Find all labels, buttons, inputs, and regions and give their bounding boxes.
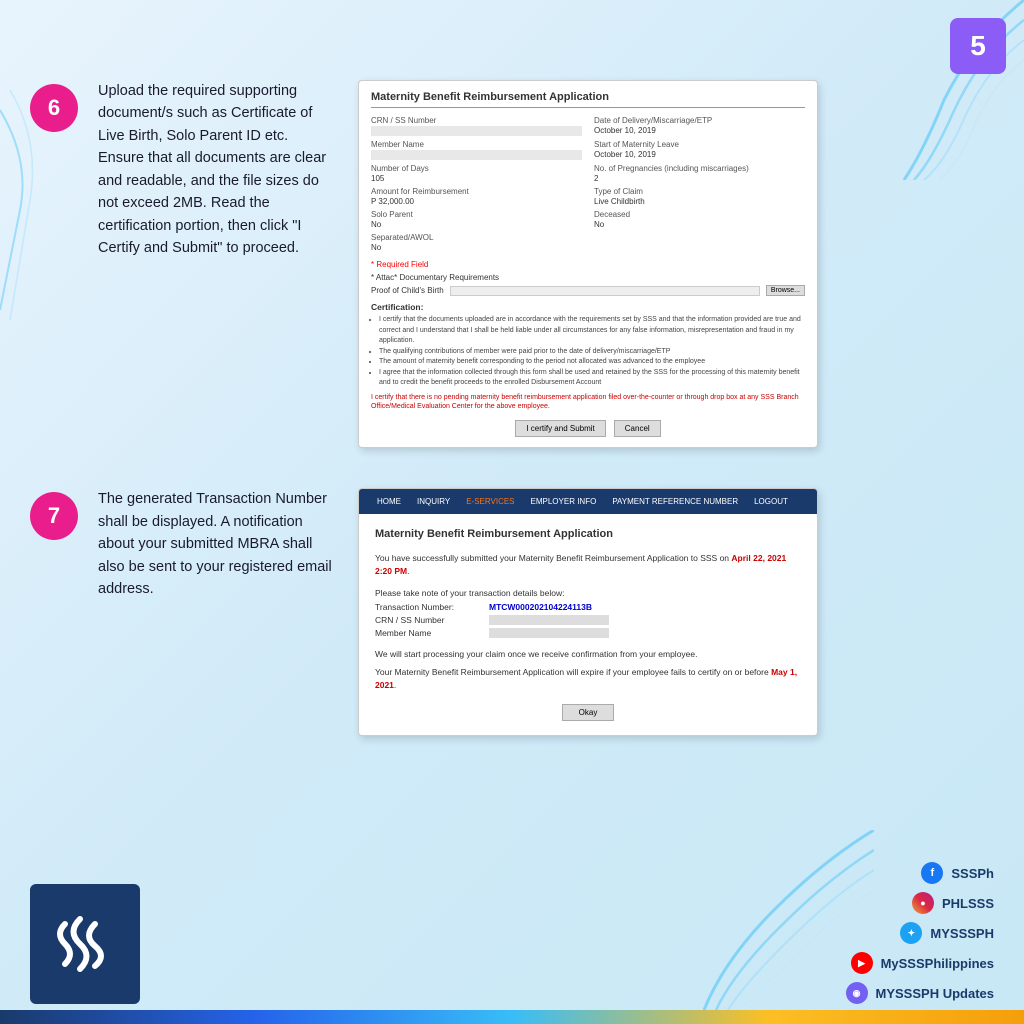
bottom-right-decoration [524,830,874,1010]
num-days-field: Number of Days 105 [371,164,582,183]
crn-row: CRN / SS Number [375,615,801,625]
viber-icon: ◉ [846,982,868,1004]
attach-row: * Attac* Documentary Requirements [371,273,805,282]
processing-message: We will start processing your claim once… [375,648,801,661]
amount-field: Amount for Reimbursement P 32,000.00 [371,187,582,206]
instagram-icon: ● [912,892,934,914]
transaction-number-row: Transaction Number: MTCW000202104224113B [375,602,801,612]
cert-bullet-2: The qualifying contributions of member w… [379,347,805,358]
facebook-handle: SSSPh [951,866,994,881]
form-fields-grid: CRN / SS Number Date of Delivery/Miscarr… [371,116,805,252]
form-title: Maternity Benefit Reimbursement Applicat… [371,91,805,108]
step-6-circle: 6 [30,84,78,132]
cancel-button[interactable]: Cancel [614,420,661,437]
main-content: 6 Upload the required supporting documen… [30,80,994,824]
nav-employer[interactable]: EMPLOYER INFO [523,495,605,508]
instagram-handle: PHLSSS [942,896,994,911]
viber-link[interactable]: ◉ MYSSSPH Updates [846,982,994,1004]
twitter-handle: MYSSSPH [930,926,994,941]
okay-button[interactable]: Okay [562,704,615,721]
crn-field-value [489,615,609,625]
success-body: Maternity Benefit Reimbursement Applicat… [359,514,817,735]
nav-payment[interactable]: PAYMENT REFERENCE NUMBER [604,495,746,508]
success-screenshot-container: HOME INQUIRY E-SERVICES EMPLOYER INFO PA… [358,488,818,736]
cert-bullet-1: I certify that the documents uploaded ar… [379,315,805,347]
step-6-text: Upload the required supporting document/… [98,80,338,260]
type-claim-field: Type of Claim Live Childbirth [594,187,805,206]
sss-logo-svg [45,904,125,984]
certification-section: Certification: I certify that the docume… [371,302,805,412]
cert-warning: I certify that there is no pending mater… [371,393,805,413]
browse-button[interactable]: Browse... [766,285,805,296]
start-maternity-field: Start of Maternity Leave October 10, 201… [594,140,805,160]
twitter-icon: ✦ [900,922,922,944]
instagram-link[interactable]: ● PHLSSS [912,892,994,914]
form-buttons: I certify and Submit Cancel [371,420,805,437]
nav-home[interactable]: HOME [369,495,409,508]
form-screenshot-container: Maternity Benefit Reimbursement Applicat… [358,80,818,448]
no-pregnancies-field: No. of Pregnancies (including miscarriag… [594,164,805,183]
crn-value [371,126,582,136]
required-field-label: * Required Field [371,260,805,269]
success-screenshot: HOME INQUIRY E-SERVICES EMPLOYER INFO PA… [358,488,818,736]
success-form-title: Maternity Benefit Reimbursement Applicat… [375,528,801,540]
cert-bullet-3: The amount of maternity benefit correspo… [379,357,805,368]
cert-bullet-4: I agree that the information collected t… [379,368,805,389]
proof-field[interactable] [450,286,760,296]
nav-logout[interactable]: LOGOUT [746,495,796,508]
step-7-circle: 7 [30,492,78,540]
step-number-badge: 5 [950,18,1006,74]
youtube-icon: ▶ [851,952,873,974]
deceased-field: Deceased No [594,210,805,229]
transaction-details-intro: Please take note of your transaction det… [375,588,801,598]
crn-field: CRN / SS Number [371,116,582,136]
facebook-link[interactable]: f SSSPh [921,862,994,884]
certify-submit-button[interactable]: I certify and Submit [515,420,605,437]
member-field-value [489,628,609,638]
twitter-link[interactable]: ✦ MYSSSPH [900,922,994,944]
section-7: 7 The generated Transaction Number shall… [30,488,994,736]
youtube-handle: MySSSPhilippines [881,956,994,971]
form-content: Maternity Benefit Reimbursement Applicat… [359,81,817,447]
youtube-link[interactable]: ▶ MySSSPhilippines [851,952,994,974]
proof-row: Proof of Child's Birth Browse... [371,285,805,296]
facebook-icon: f [921,862,943,884]
bottom-stripe [0,1010,1024,1024]
section-6: 6 Upload the required supporting documen… [30,80,994,448]
date-delivery-field: Date of Delivery/Miscarriage/ETP October… [594,116,805,136]
member-row: Member Name [375,628,801,638]
social-links: f SSSPh ● PHLSSS ✦ MYSSSPH ▶ MySSSPhilip… [846,862,994,1004]
viber-handle: MYSSSPH Updates [876,986,994,1001]
member-name-value [371,150,582,160]
separated-field: Separated/AWOL No [371,233,582,252]
nav-eservices[interactable]: E-SERVICES [458,495,522,508]
form-screenshot: Maternity Benefit Reimbursement Applicat… [358,80,818,448]
member-name-field: Member Name [371,140,582,160]
expiry-message: Your Maternity Benefit Reimbursement App… [375,666,801,692]
nav-inquiry[interactable]: INQUIRY [409,495,458,508]
step-7-text: The generated Transaction Number shall b… [98,488,338,600]
success-message: You have successfully submitted your Mat… [375,552,801,578]
solo-parent-field: Solo Parent No [371,210,582,229]
cert-title: Certification: [371,302,805,312]
transaction-number-value: MTCW000202104224113B [489,602,592,612]
cert-bullets-list: I certify that the documents uploaded ar… [371,315,805,389]
nav-bar: HOME INQUIRY E-SERVICES EMPLOYER INFO PA… [359,489,817,514]
sss-logo [30,884,140,1004]
